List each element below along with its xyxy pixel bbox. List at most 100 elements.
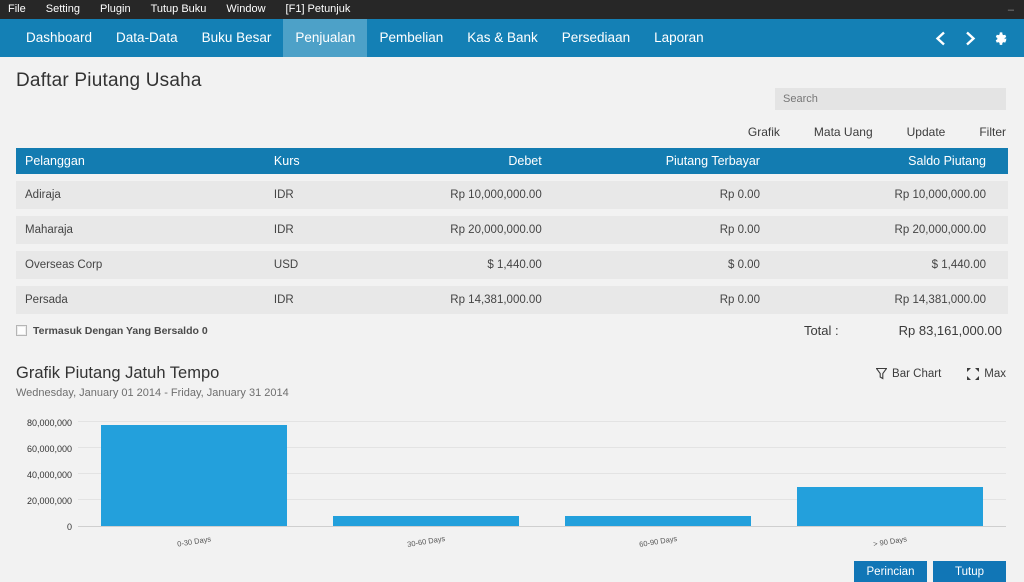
y-tick-80m: 80,000,000	[27, 418, 72, 428]
bar-chart-button[interactable]: Bar Chart	[876, 368, 941, 380]
cell-piutang-terbayar: Rp 0.00	[542, 294, 760, 306]
tutup-button[interactable]: Tutup	[933, 561, 1006, 582]
cell-kurs: IDR	[274, 294, 403, 306]
cell-saldo-piutang: Rp 20,000,000.00	[760, 224, 1008, 236]
nav-tab-pembelian[interactable]: Pembelian	[367, 19, 455, 57]
nav-bar: Dashboard Data-Data Buku Besar Penjualan…	[0, 19, 1024, 57]
nav-tab-laporan[interactable]: Laporan	[642, 19, 716, 57]
zero-balance-checkbox[interactable]	[16, 325, 27, 336]
cell-piutang-terbayar: Rp 0.00	[542, 189, 760, 201]
max-button-label: Max	[984, 368, 1006, 380]
menu-plugin[interactable]: Plugin	[90, 0, 141, 19]
table-row[interactable]: Overseas Corp USD $ 1,440.00 $ 0.00 $ 1,…	[16, 251, 1008, 279]
total-value: Rp 83,161,000.00	[899, 323, 1008, 338]
minimize-icon[interactable]: –	[1008, 4, 1014, 16]
table-footer: Termasuk Dengan Yang Bersaldo 0 Total : …	[16, 323, 1008, 338]
x-label-0-30: 0-30 Days	[176, 534, 211, 548]
bar-over-90-days[interactable]	[797, 487, 983, 526]
receivables-table: Pelanggan Kurs Debet Piutang Terbayar Sa…	[16, 148, 1008, 314]
x-label-60-90: 60-90 Days	[638, 534, 677, 549]
x-slot: 0-30 Days	[78, 531, 310, 549]
cell-debet: Rp 14,381,000.00	[403, 294, 542, 306]
gear-icon[interactable]	[992, 30, 1008, 46]
cell-debet: $ 1,440.00	[403, 259, 542, 271]
table-row[interactable]: Maharaja IDR Rp 20,000,000.00 Rp 0.00 Rp…	[16, 216, 1008, 244]
nav-tab-kas-bank[interactable]: Kas & Bank	[455, 19, 550, 57]
column-header-kurs[interactable]: Kurs	[274, 154, 403, 168]
y-tick-0: 0	[67, 522, 72, 532]
chart-y-axis: 80,000,000 60,000,000 40,000,000 20,000,…	[16, 415, 78, 527]
cell-kurs: IDR	[274, 189, 403, 201]
search-input[interactable]	[775, 88, 1006, 110]
column-header-piutang-terbayar[interactable]: Piutang Terbayar	[542, 154, 760, 168]
perincian-button[interactable]: Perincian	[854, 561, 927, 582]
menu-tutup-buku[interactable]: Tutup Buku	[141, 0, 217, 19]
total-label: Total :	[804, 323, 839, 338]
zero-balance-checkbox-label: Termasuk Dengan Yang Bersaldo 0	[33, 325, 208, 337]
chart-title: Grafik Piutang Jatuh Tempo	[16, 364, 289, 383]
chart-bars	[78, 415, 1006, 526]
nav-tab-data-data[interactable]: Data-Data	[104, 19, 190, 57]
grafik-link[interactable]: Grafik	[748, 125, 780, 139]
mata-uang-link[interactable]: Mata Uang	[814, 125, 873, 139]
chart-plot	[78, 415, 1006, 527]
y-tick-40m: 40,000,000	[27, 470, 72, 480]
cell-kurs: USD	[274, 259, 403, 271]
bar-slot	[78, 415, 310, 526]
chart-date-range: Wednesday, January 01 2014 - Friday, Jan…	[16, 387, 289, 399]
nav-tab-dashboard[interactable]: Dashboard	[14, 19, 104, 57]
column-header-pelanggan[interactable]: Pelanggan	[16, 154, 274, 168]
actions-row: Grafik Mata Uang Update Filter	[16, 125, 1008, 139]
aging-bar-chart: 80,000,000 60,000,000 40,000,000 20,000,…	[16, 415, 1008, 549]
bar-30-60-days[interactable]	[333, 516, 519, 526]
x-slot: 60-90 Days	[542, 531, 774, 549]
cell-piutang-terbayar: $ 0.00	[542, 259, 760, 271]
table-row[interactable]: Persada IDR Rp 14,381,000.00 Rp 0.00 Rp …	[16, 286, 1008, 314]
nav-tab-penjualan[interactable]: Penjualan	[283, 19, 367, 57]
menu-window[interactable]: Window	[216, 0, 275, 19]
x-label-over-90: > 90 Days	[873, 534, 908, 548]
menu-file[interactable]: File	[8, 0, 36, 19]
chart-plot-area: 0-30 Days 30-60 Days 60-90 Days > 90 Day…	[78, 415, 1006, 549]
cell-saldo-piutang: $ 1,440.00	[760, 259, 1008, 271]
chevron-right-icon[interactable]	[962, 30, 978, 46]
chevron-left-icon[interactable]	[932, 30, 948, 46]
nav-tab-buku-besar[interactable]: Buku Besar	[190, 19, 284, 57]
chart-titles: Grafik Piutang Jatuh Tempo Wednesday, Ja…	[16, 364, 289, 399]
cell-debet: Rp 20,000,000.00	[403, 224, 542, 236]
menu-setting[interactable]: Setting	[36, 0, 90, 19]
main-content: Daftar Piutang Usaha Grafik Mata Uang Up…	[0, 70, 1024, 582]
filter-link[interactable]: Filter	[979, 125, 1006, 139]
bar-0-30-days[interactable]	[101, 425, 287, 526]
cell-saldo-piutang: Rp 14,381,000.00	[760, 294, 1008, 306]
cell-debet: Rp 10,000,000.00	[403, 189, 542, 201]
bar-60-90-days[interactable]	[565, 516, 751, 526]
chart-tools: Bar Chart Max	[876, 368, 1008, 380]
chart-header: Grafik Piutang Jatuh Tempo Wednesday, Ja…	[16, 364, 1008, 399]
table-row[interactable]: Adiraja IDR Rp 10,000,000.00 Rp 0.00 Rp …	[16, 181, 1008, 209]
total-row: Total : Rp 83,161,000.00	[804, 323, 1008, 338]
table-header-row: Pelanggan Kurs Debet Piutang Terbayar Sa…	[16, 148, 1008, 174]
menu-petunjuk[interactable]: [F1] Petunjuk	[276, 0, 361, 19]
cell-piutang-terbayar: Rp 0.00	[542, 224, 760, 236]
maximize-icon	[967, 368, 979, 380]
column-header-debet[interactable]: Debet	[403, 154, 542, 168]
x-slot: 30-60 Days	[310, 531, 542, 549]
cell-pelanggan: Persada	[16, 294, 274, 306]
nav-tab-persediaan[interactable]: Persediaan	[550, 19, 642, 57]
cell-saldo-piutang: Rp 10,000,000.00	[760, 189, 1008, 201]
zero-balance-checkbox-wrap: Termasuk Dengan Yang Bersaldo 0	[16, 325, 208, 337]
column-header-saldo-piutang[interactable]: Saldo Piutang	[760, 154, 1008, 168]
update-link[interactable]: Update	[907, 125, 946, 139]
nav-right-controls	[932, 19, 1024, 57]
bar-slot	[310, 415, 542, 526]
x-label-30-60: 30-60 Days	[406, 534, 445, 549]
cell-pelanggan: Adiraja	[16, 189, 274, 201]
y-tick-20m: 20,000,000	[27, 496, 72, 506]
chart-x-axis: 0-30 Days 30-60 Days 60-90 Days > 90 Day…	[78, 531, 1006, 549]
max-button[interactable]: Max	[967, 368, 1006, 380]
cell-pelanggan: Maharaja	[16, 224, 274, 236]
footer-buttons: Perincian Tutup	[16, 561, 1008, 582]
bar-slot	[542, 415, 774, 526]
funnel-icon	[876, 368, 887, 380]
